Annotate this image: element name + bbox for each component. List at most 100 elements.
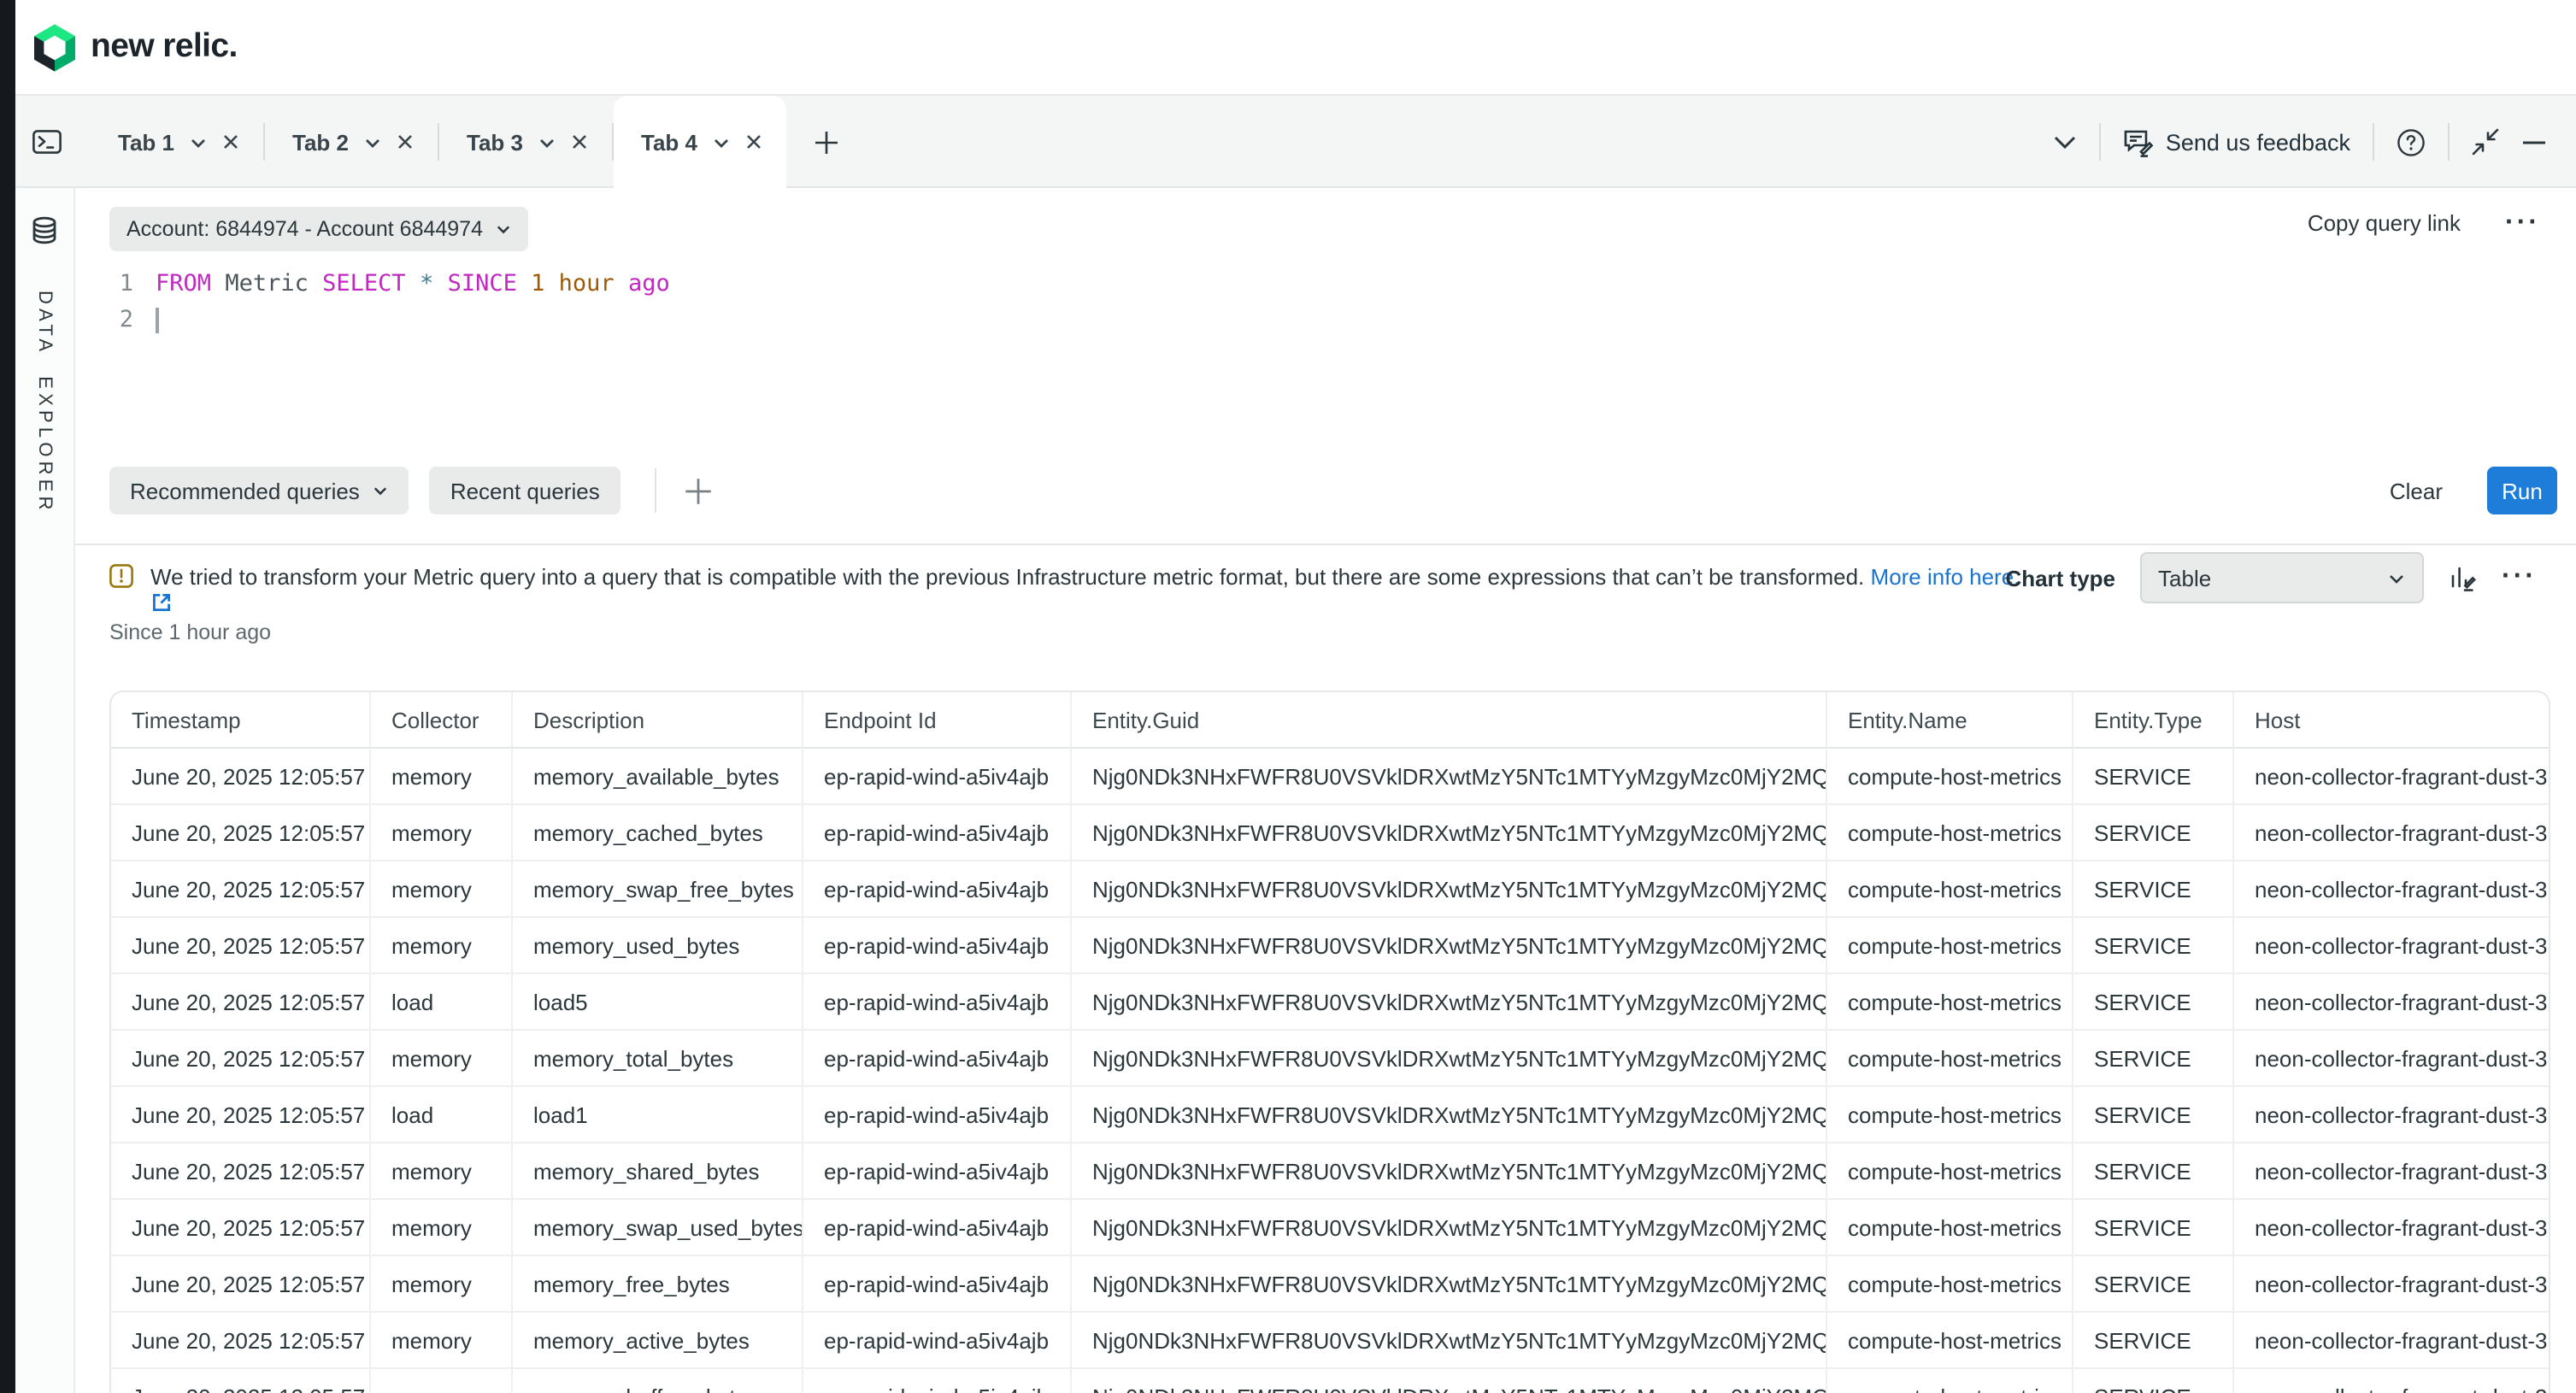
table-cell: June 20, 2025 12:05:57 bbox=[111, 1311, 369, 1367]
account-picker[interactable]: Account: 6844974 - Account 6844974 bbox=[109, 207, 527, 251]
data-explorer-label: DATA EXPLORER bbox=[34, 291, 55, 514]
toolbar-divider bbox=[2373, 123, 2374, 161]
column-header[interactable]: Endpoint Id bbox=[802, 692, 1070, 749]
table-cell: SERVICE bbox=[2072, 1029, 2232, 1085]
chevron-down-icon[interactable] bbox=[364, 134, 381, 150]
table-cell: SERVICE bbox=[2072, 803, 2232, 860]
query-top-actions: Copy query link ··· bbox=[2308, 210, 2540, 236]
run-button[interactable]: Run bbox=[2487, 467, 2557, 514]
table-cell: ep-rapid-wind-a5iv4ajb bbox=[802, 1367, 1070, 1393]
new-relic-logo-icon bbox=[34, 23, 75, 71]
tab-overflow-chevron[interactable] bbox=[2053, 134, 2077, 150]
column-header[interactable]: Host bbox=[2232, 692, 2550, 749]
chevron-down-icon[interactable] bbox=[190, 134, 207, 150]
code-line-1[interactable]: 1FROM Metric SELECT * SINCE 1 hour ago bbox=[109, 267, 670, 303]
table-row: June 20, 2025 12:05:57loadload5ep-rapid-… bbox=[111, 973, 2550, 1029]
table-cell: Njg0NDk3NHxFWFR8U0VSVklDRXwtMzY5NTc1MTYy… bbox=[1070, 749, 1826, 803]
send-feedback-button[interactable]: Send us feedback bbox=[2123, 127, 2350, 156]
copy-query-link-button[interactable]: Copy query link bbox=[2308, 210, 2461, 236]
table-cell: memory_free_bytes bbox=[511, 1255, 802, 1311]
code-line-2[interactable]: 2 bbox=[109, 303, 670, 338]
table-cell: June 20, 2025 12:05:57 bbox=[111, 1255, 369, 1311]
table-cell: memory bbox=[369, 1367, 511, 1393]
help-button[interactable] bbox=[2397, 127, 2426, 156]
external-link-button[interactable] bbox=[150, 591, 173, 614]
tab-4-active[interactable]: Tab 4 bbox=[614, 96, 786, 188]
close-icon[interactable] bbox=[571, 133, 588, 150]
code-token: SINCE bbox=[448, 270, 517, 297]
table-cell: Njg0NDk3NHxFWFR8U0VSVklDRXwtMzY5NTc1MTYy… bbox=[1070, 1085, 1826, 1142]
close-icon[interactable] bbox=[222, 133, 239, 150]
recommended-queries-label: Recommended queries bbox=[130, 478, 360, 503]
table-cell: ep-rapid-wind-a5iv4ajb bbox=[802, 1142, 1070, 1198]
results-table-container: TimestampCollectorDescriptionEndpoint Id… bbox=[109, 691, 2550, 1393]
table-cell: memory_active_bytes bbox=[511, 1311, 802, 1367]
warning-message: We tried to transform your Metric query … bbox=[150, 564, 1864, 590]
add-query-button[interactable] bbox=[684, 476, 713, 505]
code-token: FROM bbox=[156, 270, 211, 297]
table-cell: Njg0NDk3NHxFWFR8U0VSVklDRXwtMzY5NTc1MTYy… bbox=[1070, 860, 1826, 916]
table-cell: ep-rapid-wind-a5iv4ajb bbox=[802, 803, 1070, 860]
column-header[interactable]: Entity.Guid bbox=[1070, 692, 1826, 749]
table-cell: memory bbox=[369, 1029, 511, 1085]
table-cell: June 20, 2025 12:05:57 bbox=[111, 860, 369, 916]
table-cell: ep-rapid-wind-a5iv4ajb bbox=[802, 1311, 1070, 1367]
edit-chart-button[interactable] bbox=[2447, 562, 2478, 593]
table-row: June 20, 2025 12:05:57memorymemory_swap_… bbox=[111, 860, 2550, 916]
chart-type-select[interactable]: Table bbox=[2139, 552, 2423, 603]
chart-more-options-button[interactable]: ··· bbox=[2502, 569, 2537, 586]
table-cell: neon-collector-fragrant-dust-3 bbox=[2232, 1255, 2550, 1311]
table-cell: memory bbox=[369, 860, 511, 916]
chart-type-value: Table bbox=[2158, 565, 2211, 591]
table-cell: Njg0NDk3NHxFWFR8U0VSVklDRXwtMzY5NTc1MTYy… bbox=[1070, 1367, 1826, 1393]
table-cell: neon-collector-fragrant-dust-3 bbox=[2232, 1367, 2550, 1393]
table-cell: neon-collector-fragrant-dust-3 bbox=[2232, 1198, 2550, 1255]
nrql-editor[interactable]: 1FROM Metric SELECT * SINCE 1 hour ago 2 bbox=[109, 267, 670, 338]
table-cell: compute-host-metrics bbox=[1826, 1142, 2072, 1198]
close-icon[interactable] bbox=[745, 133, 762, 150]
column-header[interactable]: Entity.Type bbox=[2072, 692, 2232, 749]
clear-button[interactable]: Clear bbox=[2379, 476, 2453, 505]
more-info-link[interactable]: More info here. bbox=[1871, 564, 2020, 590]
minimize-button[interactable] bbox=[2521, 129, 2547, 155]
close-icon[interactable] bbox=[397, 133, 414, 150]
query-console-icon[interactable] bbox=[15, 96, 79, 188]
column-header[interactable]: Entity.Name bbox=[1826, 692, 2072, 749]
help-icon bbox=[2397, 127, 2426, 156]
table-row: June 20, 2025 12:05:57memorymemory_avail… bbox=[111, 749, 2550, 803]
table-cell: compute-host-metrics bbox=[1826, 860, 2072, 916]
recommended-queries-button[interactable]: Recommended queries bbox=[109, 467, 409, 514]
table-cell: memory_buffers_bytes bbox=[511, 1367, 802, 1393]
warning-icon bbox=[109, 564, 133, 588]
table-row: June 20, 2025 12:05:57memorymemory_total… bbox=[111, 1029, 2550, 1085]
table-cell: neon-collector-fragrant-dust-3 bbox=[2232, 1142, 2550, 1198]
table-cell: memory_available_bytes bbox=[511, 749, 802, 803]
tab-1[interactable]: Tab 1 bbox=[91, 96, 263, 188]
code-token: 1 hour bbox=[531, 270, 615, 297]
table-header-row: TimestampCollectorDescriptionEndpoint Id… bbox=[111, 692, 2550, 749]
table-cell: compute-host-metrics bbox=[1826, 1085, 2072, 1142]
collapse-window-button[interactable] bbox=[2472, 128, 2499, 156]
account-picker-label: Account: 6844974 - Account 6844974 bbox=[126, 217, 483, 241]
code-token: ago bbox=[628, 270, 670, 297]
table-cell: June 20, 2025 12:05:57 bbox=[111, 1142, 369, 1198]
data-explorer-button[interactable] bbox=[29, 215, 60, 246]
table-cell: SERVICE bbox=[2072, 1367, 2232, 1393]
tab-label: Tab 3 bbox=[467, 129, 523, 155]
chevron-down-icon bbox=[2387, 570, 2404, 585]
table-cell: memory_used_bytes bbox=[511, 916, 802, 973]
chevron-down-icon[interactable] bbox=[538, 134, 556, 150]
table-cell: Njg0NDk3NHxFWFR8U0VSVklDRXwtMzY5NTc1MTYy… bbox=[1070, 1311, 1826, 1367]
query-more-options-button[interactable]: ··· bbox=[2505, 215, 2540, 232]
column-header[interactable]: Timestamp bbox=[111, 692, 369, 749]
chevron-down-icon[interactable] bbox=[713, 134, 730, 150]
tab-2[interactable]: Tab 2 bbox=[265, 96, 438, 188]
table-cell: load bbox=[369, 973, 511, 1029]
new-tab-button[interactable] bbox=[814, 129, 839, 155]
column-header[interactable]: Description bbox=[511, 692, 802, 749]
table-cell: June 20, 2025 12:05:57 bbox=[111, 1367, 369, 1393]
code-token bbox=[517, 270, 531, 297]
tab-3[interactable]: Tab 3 bbox=[439, 96, 612, 188]
column-header[interactable]: Collector bbox=[369, 692, 511, 749]
recent-queries-button[interactable]: Recent queries bbox=[430, 467, 620, 514]
